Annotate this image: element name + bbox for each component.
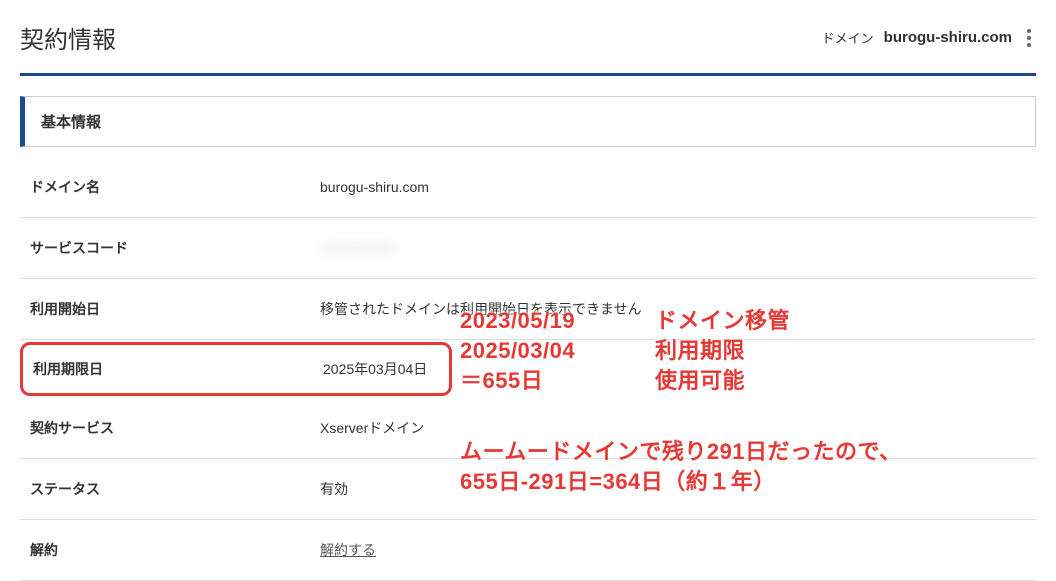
row-value-cancellation: 解約する: [320, 540, 1026, 560]
row-label-domain: ドメイン名: [30, 177, 320, 197]
row-label-status: ステータス: [30, 479, 320, 499]
row-value-domain: burogu-shiru.com: [320, 179, 1026, 195]
kebab-menu-icon[interactable]: [1022, 24, 1036, 52]
row-label-cancellation: 解約: [30, 540, 320, 560]
page-header: 契約情報 ドメイン burogu-shiru.com: [20, 20, 1036, 76]
table-row: ドメイン名 burogu-shiru.com: [20, 157, 1036, 218]
annotation-text: ＝655日: [460, 367, 543, 396]
annotation-text: 655日-291日=364日（約１年）: [460, 468, 776, 497]
row-label-service-code: サービスコード: [30, 238, 320, 258]
row-label-contract-service: 契約サービス: [30, 418, 320, 438]
page-title: 契約情報: [20, 20, 116, 55]
table-row: 解約 解約する: [20, 520, 1036, 581]
row-label-start-date: 利用開始日: [30, 299, 320, 319]
domain-name: burogu-shiru.com: [884, 29, 1012, 46]
annotation-text: 利用期限: [655, 337, 745, 366]
table-row: サービスコード XXXXXXXX: [20, 218, 1036, 279]
cancel-link[interactable]: 解約する: [320, 542, 376, 558]
section-title: 基本情報: [41, 111, 1019, 132]
row-value-service-code: XXXXXXXX: [320, 240, 1026, 256]
row-value-contract-service: Xserverドメイン: [320, 418, 1026, 438]
annotation-text: 使用可能: [655, 367, 745, 396]
section-header: 基本情報: [20, 96, 1036, 147]
header-right: ドメイン burogu-shiru.com: [822, 24, 1036, 52]
annotation-text: ドメイン移管: [655, 307, 790, 336]
row-value-expiry-date: 2025年03月04日: [323, 359, 439, 379]
row-label-expiry-date: 利用期限日: [33, 359, 323, 379]
annotation-text: 2025/03/04: [460, 337, 575, 366]
annotation-text: 2023/05/19: [460, 307, 575, 336]
table-row-highlighted: 利用期限日 2025年03月04日: [20, 342, 452, 396]
domain-label: ドメイン: [822, 28, 874, 47]
annotation-text: ムームードメインで残り291日だったので、: [460, 438, 902, 467]
